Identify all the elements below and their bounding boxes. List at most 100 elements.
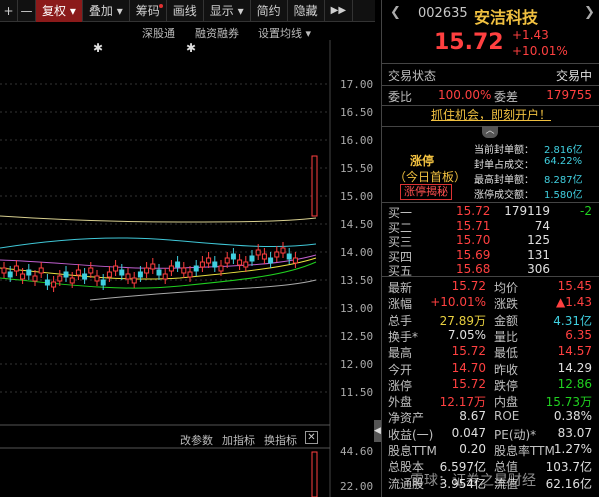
candle-body <box>125 273 131 280</box>
candle-body <box>199 261 205 268</box>
bid-volume: 74 <box>534 218 550 233</box>
candle-body <box>218 265 224 272</box>
grid <box>0 83 330 393</box>
ma-line-long <box>0 215 317 223</box>
limit-stat-row: 涨停成交额： 1.580亿 <box>382 185 599 203</box>
y-tick-label: 15.00 <box>340 190 374 203</box>
order-diff-label: 委差 <box>494 90 519 104</box>
y-tick-label: 15.50 <box>340 162 374 175</box>
candle-body <box>106 271 112 278</box>
candle-body <box>292 257 298 264</box>
candle-body <box>181 267 187 274</box>
next-stock-icon[interactable]: ❯ <box>584 5 595 20</box>
collapse-panel-handle[interactable]: ◀ <box>374 420 381 442</box>
draw-label: 画线 <box>172 3 197 18</box>
volume-tick-label: 44.60 <box>340 445 374 458</box>
candle-body <box>311 155 318 217</box>
y-tick-label: 16.50 <box>340 106 374 119</box>
candle-body <box>119 269 125 276</box>
quote-row: 总手 27.89万 金额 4.31亿 <box>382 311 599 329</box>
change-params-link[interactable]: 改参数 <box>180 432 213 448</box>
candle-body <box>7 271 13 278</box>
candle-body <box>162 273 168 280</box>
candle-body <box>261 253 267 260</box>
y-tick-label: 12.50 <box>340 330 374 343</box>
limit-stat-value: 2.816亿 <box>544 145 583 156</box>
candle-body <box>144 267 150 274</box>
chevron-down-icon: ▾ <box>233 3 244 18</box>
collapse-promo-icon[interactable]: ︿ <box>482 126 498 138</box>
bid-volume: 125 <box>527 233 550 247</box>
hide-button[interactable]: 隐藏 <box>288 0 325 22</box>
y-tick-label: 14.00 <box>340 246 374 259</box>
candle-body <box>69 277 75 284</box>
limit-stat-label: 封单占成交： <box>474 160 534 171</box>
candle-body <box>26 269 32 276</box>
limit-stat-value: 1.580亿 <box>544 190 583 201</box>
switch-indicator-link[interactable]: 换指标 <box>264 432 297 448</box>
candle-body <box>237 259 243 266</box>
display-button[interactable]: 显示 ▾ <box>204 0 251 22</box>
chevron-down-icon: ▾ <box>66 3 76 18</box>
quote-row: 净资产 8.67 ROE 0.38% <box>382 408 599 426</box>
quote-value: 15.72 <box>451 376 486 391</box>
candle-body <box>131 277 137 284</box>
stock-code: 002635 <box>418 6 468 21</box>
candle-body <box>243 261 249 268</box>
stock-name: 安洁科技 <box>474 8 539 27</box>
candle-body <box>82 273 88 280</box>
close-icon[interactable]: ✕ <box>305 431 318 444</box>
candle-body <box>137 271 143 278</box>
y-tick-label: 14.50 <box>340 218 374 231</box>
quote-value: ▲1.43 <box>556 295 592 310</box>
chart-toolbar: + — 复权 ▾ 叠加 ▾ 筹码 画线 显示 ▾ 简约 隐藏 ▶▶ <box>0 0 375 22</box>
quote-value: 0.20 <box>459 442 486 456</box>
candle-body <box>113 265 119 272</box>
candle-body <box>224 257 230 264</box>
candle-body <box>156 269 162 276</box>
marker-star-icon: ✱ <box>186 41 196 55</box>
add-indicator-link[interactable]: 加指标 <box>222 432 255 448</box>
limit-stat-label: 最高封单额： <box>474 175 534 186</box>
watermark: 雪球：证券之星财经 <box>410 473 536 489</box>
candle-body <box>13 265 19 272</box>
quote-row: 最新 15.72 均价 15.45 <box>382 278 599 296</box>
overlay-button[interactable]: 叠加 ▾ <box>83 0 130 22</box>
ma-line-60 <box>0 237 317 249</box>
chips-button[interactable]: 筹码 <box>130 0 167 22</box>
kline-chart[interactable]: ✱ ✱ <box>0 22 375 497</box>
chips-label: 筹码 <box>135 3 160 18</box>
quote-value: 15.72 <box>451 344 486 359</box>
candle-body <box>150 263 156 270</box>
candle-body <box>286 253 292 260</box>
open-account-link[interactable]: 抓住机会，即刻开户！ <box>382 106 599 124</box>
ma-line-base <box>89 279 317 301</box>
limit-stat-value: 8.287亿 <box>544 175 583 186</box>
quote-row: 涨停 15.72 跌停 12.86 <box>382 376 599 394</box>
simple-label: 简约 <box>256 3 281 18</box>
quote-value: 12.86 <box>557 376 592 391</box>
adjust-button[interactable]: 复权 ▾ <box>36 0 83 22</box>
zoom-out-button[interactable]: — <box>18 0 36 22</box>
prev-stock-icon[interactable]: ❮ <box>390 5 401 20</box>
y-tick-label: 12.00 <box>340 358 374 371</box>
bid-volume: 131 <box>527 247 550 262</box>
candle-body <box>38 267 44 274</box>
quote-row: 收益(一) 0.047 PE(动)* 83.07 <box>382 425 599 443</box>
expand-button[interactable]: ▶▶ <box>325 0 354 22</box>
indicator-toolbar: 改参数 加指标 换指标 ✕ <box>0 430 330 448</box>
bid-price: 15.72 <box>456 204 491 218</box>
quote-row: 涨幅 +10.01% 涨跌 ▲1.43 <box>382 294 599 312</box>
simple-button[interactable]: 简约 <box>251 0 288 22</box>
candle-body <box>57 275 63 282</box>
zoom-in-button[interactable]: + <box>0 0 18 22</box>
candle-body <box>280 247 286 254</box>
y-tick-label: 17.00 <box>340 78 374 91</box>
bid-price: 15.70 <box>456 233 491 247</box>
bid-volume: 179119 <box>504 204 550 218</box>
draw-line-button[interactable]: 画线 <box>167 0 204 22</box>
candle-body <box>168 265 174 272</box>
bid-price: 15.71 <box>456 218 491 233</box>
y-tick-label: 16.00 <box>340 134 374 147</box>
order-ratio-label: 委比 <box>388 90 413 104</box>
